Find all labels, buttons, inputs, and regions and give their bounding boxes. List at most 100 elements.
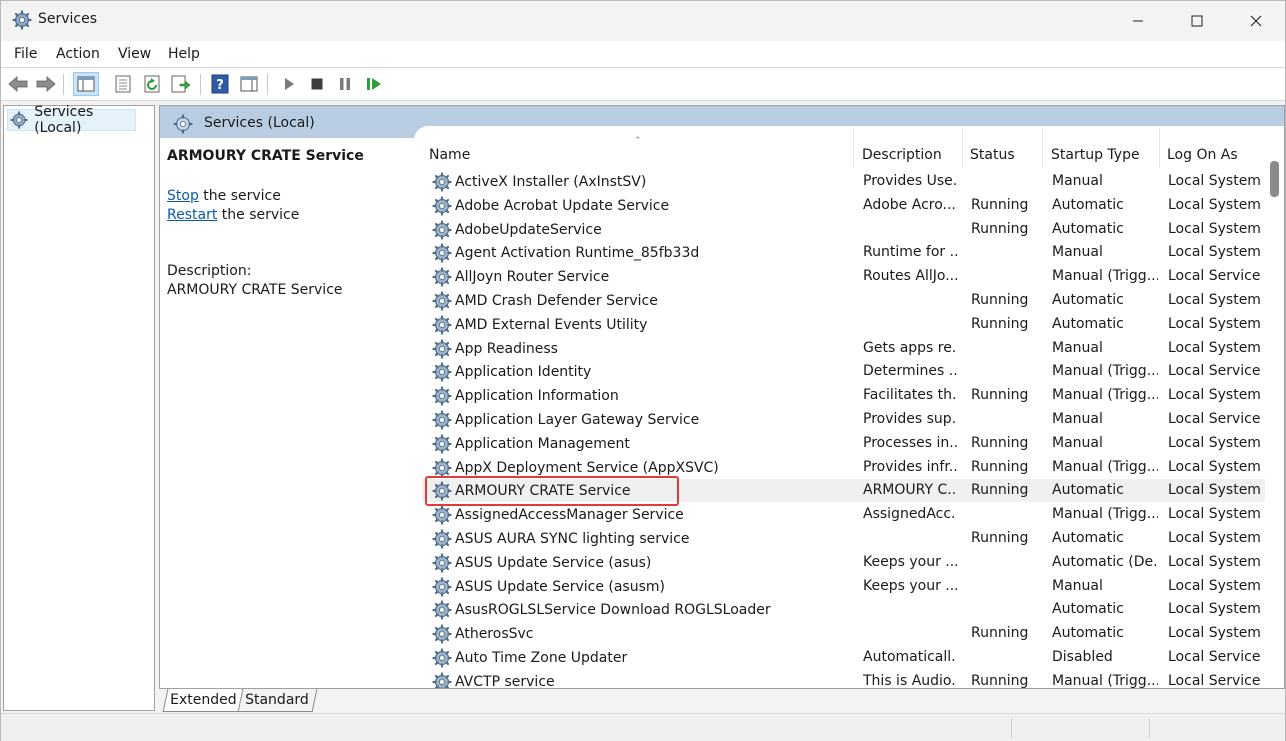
show-hide-console-tree-icon <box>77 76 95 92</box>
table-row[interactable]: ActiveX Installer (AxInstSV) Provides Use… <box>422 170 1265 193</box>
refresh-icon <box>144 75 160 93</box>
table-row[interactable]: AssignedAccessManager Service AssignedAcc… <box>422 503 1265 526</box>
service-gear-icon <box>432 243 452 263</box>
service-name-cell: ASUS Update Service (asusm) <box>432 576 852 598</box>
table-row[interactable]: ASUS Update Service (asusm) Keeps your ..… <box>422 575 1265 598</box>
tab-standard[interactable]: Standard <box>236 689 318 712</box>
column-header-name[interactable]: Name ⌃ <box>422 128 854 168</box>
table-row[interactable]: AdobeUpdateService Running Automatic Local … <box>422 218 1265 241</box>
sort-ascending-icon: ⌃ <box>634 136 642 146</box>
table-row[interactable]: AllJoyn Router Service Routes AllJo... Man… <box>422 265 1265 288</box>
column-header-log-on-as[interactable]: Log On As <box>1160 128 1265 168</box>
maximize-button[interactable] <box>1168 1 1226 41</box>
column-header-label: Log On As <box>1167 147 1238 163</box>
forward-arrow-icon <box>36 76 56 92</box>
service-name-cell: Auto Time Zone Updater <box>432 647 852 669</box>
service-status: Running <box>971 482 1029 499</box>
service-startup-type: Automatic <box>1052 482 1124 499</box>
table-row[interactable]: Application Management Processes in... Run… <box>422 432 1265 455</box>
help-icon: ? <box>211 74 229 94</box>
table-row[interactable]: AMD Crash Defender Service Running Automat… <box>422 289 1265 312</box>
table-row[interactable]: ASUS Update Service (asus) Keeps your ...… <box>422 551 1265 574</box>
vertical-scrollbar[interactable] <box>1266 128 1284 688</box>
back-arrow-icon <box>8 76 28 92</box>
tree-item-services-local[interactable]: Services (Local) <box>7 104 136 136</box>
menu-file[interactable]: File <box>14 46 37 62</box>
export-list-icon <box>171 75 191 93</box>
table-row[interactable]: Application Identity Determines ... Manual… <box>422 360 1265 383</box>
service-status: Running <box>971 220 1029 237</box>
restart-service-icon <box>367 78 381 90</box>
column-header-status[interactable]: Status <box>963 128 1043 168</box>
show-hide-console-tree-button[interactable] <box>73 72 99 96</box>
table-row[interactable]: Application Information Facilitates th...… <box>422 384 1265 407</box>
tab-label: Standard <box>245 692 309 708</box>
service-status: Running <box>971 530 1029 546</box>
stop-service-link[interactable]: Stop <box>167 188 199 204</box>
service-description: Keeps your ... <box>863 577 957 594</box>
restart-service-link[interactable]: Restart <box>167 207 217 223</box>
services-list: Name ⌃ Description Status Startup Type L… <box>422 128 1265 688</box>
svg-text:?: ? <box>216 78 224 93</box>
table-row[interactable]: Application Layer Gateway Service Provide… <box>422 408 1265 431</box>
scrollbar-thumb[interactable] <box>1270 161 1279 197</box>
column-header-startup-type[interactable]: Startup Type <box>1044 128 1160 168</box>
service-startup-type: Manual (Trigg... <box>1052 506 1158 523</box>
minimize-button[interactable] <box>1109 1 1167 41</box>
column-header-description[interactable]: Description <box>855 128 963 168</box>
show-hide-action-pane-icon <box>240 76 258 92</box>
service-startup-type: Manual (Trigg... <box>1052 672 1158 688</box>
service-name-cell: Application Identity <box>432 361 852 383</box>
service-name-cell: Application Management <box>432 433 852 455</box>
close-button[interactable] <box>1227 1 1285 41</box>
service-log-on-as: Local Service <box>1168 649 1261 665</box>
menu-bar: File Action View Help <box>1 41 1285 68</box>
menu-help[interactable]: Help <box>168 46 200 62</box>
service-log-on-as: Local System <box>1168 482 1261 499</box>
services-window: Services File Action View Help ? Service… <box>0 0 1286 741</box>
table-row[interactable]: App Readiness Gets apps re... Manual Local … <box>422 337 1265 360</box>
table-row[interactable]: AVCTP service This is Audio... Running Manu… <box>422 670 1265 688</box>
tree-item-label: Services (Local) <box>34 104 94 136</box>
table-row[interactable]: Adobe Acrobat Update Service Adobe Acro..… <box>422 194 1265 217</box>
table-row[interactable]: AsusROGLSLService Download ROGLSLoader Au… <box>422 598 1265 621</box>
services-pane: Services (Local) ARMOURY CRATE Service S… <box>159 105 1285 689</box>
table-row[interactable]: ASUS AURA SYNC lighting service Running Au… <box>422 527 1265 550</box>
service-gear-icon <box>432 434 452 454</box>
service-detail-panel: ARMOURY CRATE Service Stop the service R… <box>160 138 418 688</box>
show-hide-action-pane-button[interactable] <box>238 73 260 95</box>
service-description: Provides Use... <box>863 173 957 189</box>
service-startup-type: Manual <box>1052 577 1103 594</box>
service-log-on-as: Local System <box>1168 196 1261 213</box>
service-gear-icon <box>432 172 452 192</box>
help-button[interactable]: ? <box>209 73 231 95</box>
table-row[interactable]: AtherosSvc Running Automatic Local System <box>422 622 1265 645</box>
export-list-button[interactable] <box>170 73 192 95</box>
service-gear-icon <box>432 362 452 382</box>
table-row[interactable]: Agent Activation Runtime_85fb33d Runtime … <box>422 241 1265 264</box>
service-gear-icon <box>432 672 452 688</box>
forward-button[interactable] <box>35 73 57 95</box>
table-row[interactable]: Auto Time Zone Updater Automaticall... Dis… <box>422 646 1265 669</box>
menu-action[interactable]: Action <box>56 46 100 62</box>
column-header-label: Name <box>429 147 471 163</box>
back-button[interactable] <box>7 73 29 95</box>
properties-button[interactable] <box>112 73 134 95</box>
table-row[interactable]: AMD External Events Utility Running Automa… <box>422 313 1265 336</box>
pause-service-button[interactable] <box>334 73 356 95</box>
service-description: Gets apps re... <box>863 339 957 356</box>
tab-label: Extended <box>169 692 237 708</box>
service-log-on-as: Local System <box>1168 506 1261 523</box>
column-header-label: Startup Type <box>1051 147 1140 163</box>
start-service-button[interactable] <box>278 73 300 95</box>
pause-service-icon <box>340 78 350 90</box>
refresh-button[interactable] <box>142 73 164 95</box>
tab-extended[interactable]: Extended <box>162 689 244 712</box>
service-name-cell: AMD External Events Utility <box>432 314 852 336</box>
stop-service-icon <box>311 78 323 90</box>
stop-service-button[interactable] <box>306 73 328 95</box>
service-name: AssignedAccessManager Service <box>455 507 684 524</box>
service-startup-type: Automatic <box>1052 220 1124 237</box>
restart-service-button[interactable] <box>363 73 385 95</box>
menu-view[interactable]: View <box>118 46 151 62</box>
